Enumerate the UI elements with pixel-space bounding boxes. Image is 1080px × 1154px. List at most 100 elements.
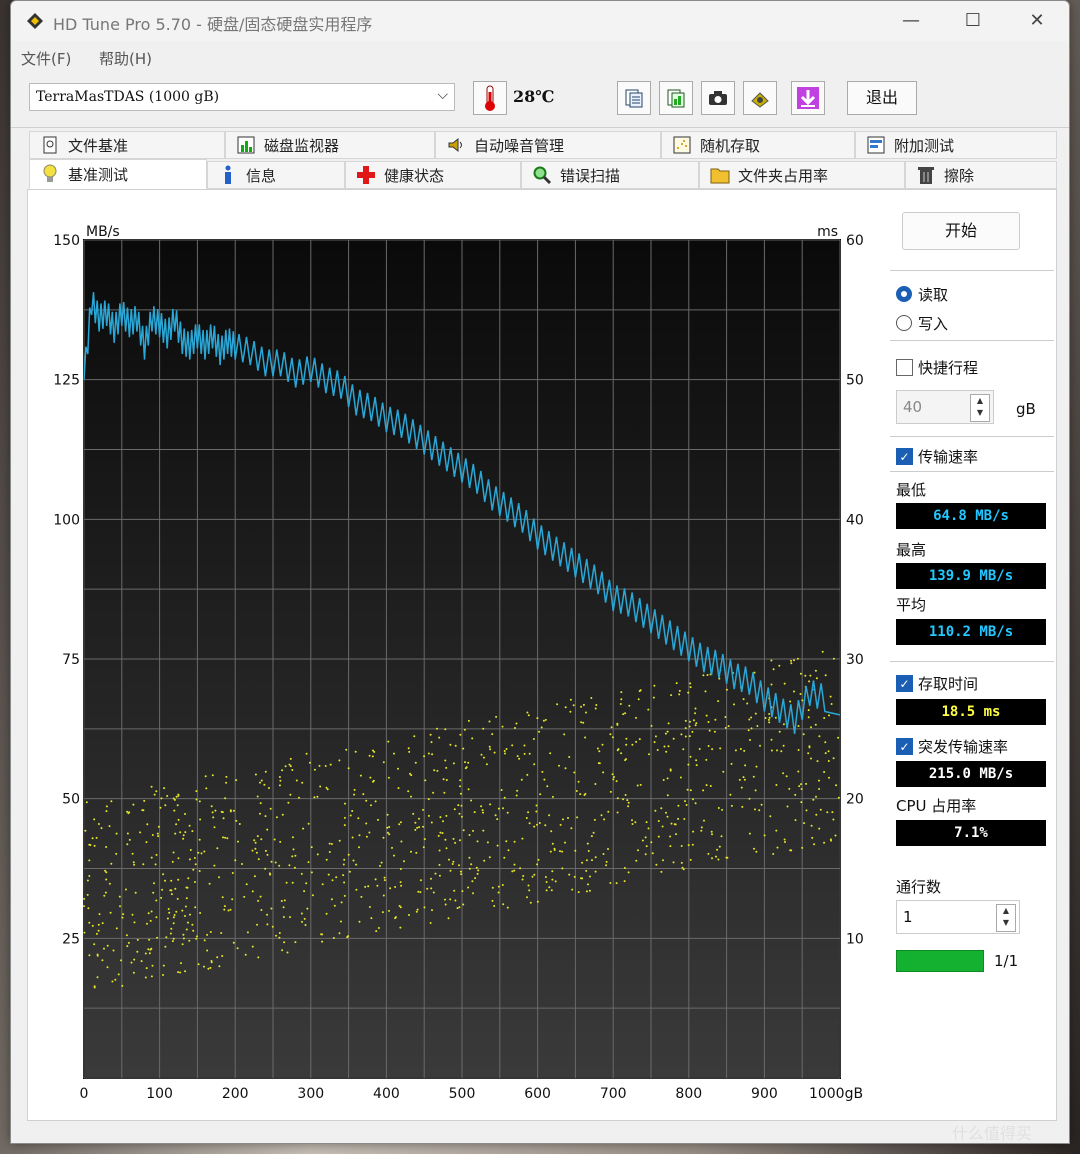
- access-time-point: [814, 669, 817, 672]
- save-down-icon[interactable]: [791, 81, 825, 115]
- benchmark-chart: 0 100 200 300 400 500 600 700 800 900 1000gB 150 125…: [28, 190, 878, 1120]
- access-time-point: [832, 818, 835, 821]
- copy-text-icon[interactable]: [617, 81, 651, 115]
- access-time-checkbox[interactable]: ✓: [896, 675, 913, 692]
- tab-benchmark[interactable]: 基准测试: [29, 159, 207, 189]
- access-time-point: [182, 834, 185, 837]
- access-time-point: [755, 765, 758, 768]
- access-time-point: [458, 839, 461, 842]
- access-time-point: [734, 749, 737, 752]
- tab-health[interactable]: 健康状态: [345, 161, 521, 189]
- trash-icon: [916, 165, 936, 185]
- menu-file[interactable]: 文件(F): [21, 48, 71, 69]
- access-time-point: [160, 797, 163, 800]
- access-time-point: [724, 716, 727, 718]
- access-time-point: [143, 799, 146, 802]
- access-time-point: [232, 809, 235, 812]
- access-time-point: [772, 668, 775, 671]
- passes-spinner[interactable]: 1 ▲ ▼: [896, 900, 1020, 934]
- access-time-point: [653, 684, 656, 687]
- spinner-arrows-icon[interactable]: ▲ ▼: [996, 904, 1016, 932]
- exit-button[interactable]: 退出: [847, 81, 917, 115]
- access-time-point: [108, 882, 111, 885]
- maximize-button[interactable]: ☐: [953, 7, 993, 35]
- access-time-point: [307, 822, 310, 825]
- tab-info[interactable]: 信息: [207, 161, 345, 189]
- access-time-point: [432, 791, 435, 794]
- tab-erase[interactable]: 擦除: [905, 161, 1057, 189]
- magnifier-icon: [532, 165, 552, 185]
- tab-extra-tests[interactable]: 附加测试: [855, 131, 1057, 159]
- access-time-point: [625, 743, 628, 746]
- access-time-point: [153, 882, 155, 885]
- access-time-point: [669, 845, 672, 848]
- tab-file-benchmark[interactable]: 文件基准: [29, 131, 225, 159]
- access-time-point: [695, 764, 698, 767]
- y-right-tick-label: 20: [846, 792, 864, 808]
- access-time-point: [818, 788, 821, 790]
- title-bar[interactable]: HD Tune Pro 5.70 - 硬盘/固态硬盘实用程序 — ☐ ✕: [11, 1, 1069, 41]
- access-time-point: [376, 884, 379, 887]
- drive-select[interactable]: TerraMasTDAS (1000 gB) ⌵: [29, 83, 455, 111]
- access-time-point: [797, 749, 800, 751]
- access-time-point: [536, 823, 538, 826]
- transfer-rate-checkbox[interactable]: ✓: [896, 448, 913, 465]
- access-time-point: [756, 725, 759, 727]
- access-time-point: [289, 765, 292, 768]
- access-time-point: [155, 790, 158, 793]
- y-left-tick-label: 100: [53, 512, 80, 528]
- read-radio[interactable]: [896, 286, 912, 302]
- access-time-point: [109, 911, 112, 914]
- access-time-point: [481, 809, 484, 812]
- access-time-point: [592, 831, 595, 834]
- access-time-point: [84, 829, 87, 832]
- access-time-point: [660, 870, 663, 873]
- access-time-point: [707, 721, 710, 723]
- access-time-point: [423, 838, 426, 841]
- access-time-point: [682, 748, 685, 751]
- access-time-point: [343, 881, 346, 884]
- access-time-point: [463, 728, 466, 731]
- access-time-point: [661, 825, 664, 828]
- quick-stroke-spinner[interactable]: 40 ▲ ▼: [896, 390, 994, 424]
- access-time-point: [438, 874, 441, 877]
- tab-error-scan[interactable]: 错误扫描: [521, 161, 699, 189]
- access-time-point: [638, 690, 641, 693]
- access-time-point: [434, 872, 437, 875]
- x-tick-label: 500: [449, 1086, 476, 1102]
- access-time-point: [662, 779, 665, 781]
- menu-help[interactable]: 帮助(H): [99, 48, 152, 69]
- access-time-point: [605, 864, 608, 867]
- access-time-point: [589, 875, 591, 878]
- access-time-point: [605, 860, 608, 863]
- write-radio[interactable]: [896, 315, 912, 331]
- access-time-point: [454, 899, 457, 902]
- minimize-button[interactable]: —: [891, 7, 931, 35]
- access-time-point: [790, 849, 793, 852]
- camera-icon[interactable]: [701, 81, 735, 115]
- speaker-icon: [446, 135, 466, 155]
- tab-random-access[interactable]: 随机存取: [661, 131, 855, 159]
- access-time-point: [623, 880, 626, 883]
- close-button[interactable]: ✕: [1017, 7, 1057, 35]
- options-icon[interactable]: [743, 81, 777, 115]
- x-tick-label: 300: [297, 1086, 324, 1102]
- burst-rate-checkbox[interactable]: ✓: [896, 738, 913, 755]
- access-time-point: [342, 863, 345, 866]
- access-time-point: [431, 909, 433, 912]
- start-button[interactable]: 开始: [902, 212, 1020, 250]
- access-time-point: [151, 834, 154, 836]
- access-time-point: [325, 912, 328, 915]
- access-time-point: [660, 807, 663, 810]
- spinner-arrows-icon[interactable]: ▲ ▼: [970, 394, 990, 422]
- access-time-point: [768, 716, 771, 719]
- quick-stroke-checkbox[interactable]: [896, 359, 913, 376]
- tab-folder-usage[interactable]: 文件夹占用率: [699, 161, 905, 189]
- access-time-point: [816, 760, 819, 763]
- tab-disk-monitor[interactable]: 磁盘监视器: [225, 131, 435, 159]
- tab-label: 磁盘监视器: [264, 136, 340, 155]
- access-time-point: [688, 735, 691, 738]
- copy-image-icon[interactable]: [659, 81, 693, 115]
- access-time-point: [758, 809, 761, 812]
- tab-noise-management[interactable]: 自动噪音管理: [435, 131, 661, 159]
